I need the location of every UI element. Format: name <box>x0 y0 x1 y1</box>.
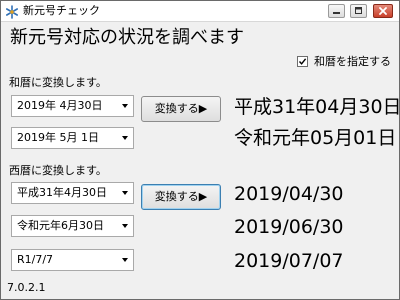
to-seireki-input-2[interactable]: 令和元年6月30日 <box>11 215 134 237</box>
seireki-result-3: 2019/07/07 <box>234 250 344 272</box>
combo-value: R1/7/7 <box>17 253 54 266</box>
chevron-down-icon <box>122 258 128 262</box>
seireki-result-1: 2019/04/30 <box>234 183 344 205</box>
to-wareki-input-2[interactable]: 2019年 5月 1日 <box>11 127 134 149</box>
title-bar[interactable]: 新元号チェック <box>1 1 399 22</box>
specify-wareki-checkbox[interactable] <box>297 56 308 67</box>
wareki-result-2: 令和元年05月01日 <box>234 127 397 149</box>
combo-value: 2019年 5月 1日 <box>17 131 99 144</box>
to-seireki-convert-button[interactable]: 変換する▶ <box>141 184 221 210</box>
window-title: 新元号チェック <box>23 4 100 17</box>
wareki-result-1: 平成31年04月30日 <box>234 96 400 118</box>
specify-wareki-label[interactable]: 和暦を指定する <box>314 54 391 69</box>
chevron-down-icon <box>122 136 128 140</box>
app-snowflake-icon <box>5 4 19 19</box>
to-seireki-input-3[interactable]: R1/7/7 <box>11 249 134 271</box>
combo-value: 令和元年6月30日 <box>17 219 104 232</box>
to-wareki-section-label: 和暦に変換します。 <box>9 76 107 89</box>
minimize-button[interactable] <box>328 4 345 18</box>
close-button[interactable] <box>373 4 393 18</box>
to-wareki-convert-button[interactable]: 変換する▶ <box>141 96 221 122</box>
to-seireki-section-label: 西暦に変換します。 <box>9 164 107 177</box>
page-title: 新元号対応の状況を調べます <box>10 27 244 48</box>
chevron-down-icon <box>122 224 128 228</box>
version-label: 7.0.2.1 <box>7 281 46 294</box>
maximize-button[interactable] <box>350 4 367 18</box>
button-label: 変換する▶ <box>154 102 208 115</box>
to-wareki-input-1[interactable]: 2019年 4月30日 <box>11 95 134 117</box>
combo-value: 2019年 4月30日 <box>17 99 103 112</box>
chevron-down-icon <box>122 104 128 108</box>
to-seireki-input-1[interactable]: 平成31年4月30日 <box>11 182 134 204</box>
chevron-down-icon <box>122 191 128 195</box>
combo-value: 平成31年4月30日 <box>17 186 107 199</box>
button-label: 変換する▶ <box>154 190 208 203</box>
seireki-result-2: 2019/06/30 <box>234 216 344 238</box>
app-window: 新元号チェック 新元号対応の状況を調べます 和暦を指定する 和暦に変換します。 … <box>0 0 400 300</box>
